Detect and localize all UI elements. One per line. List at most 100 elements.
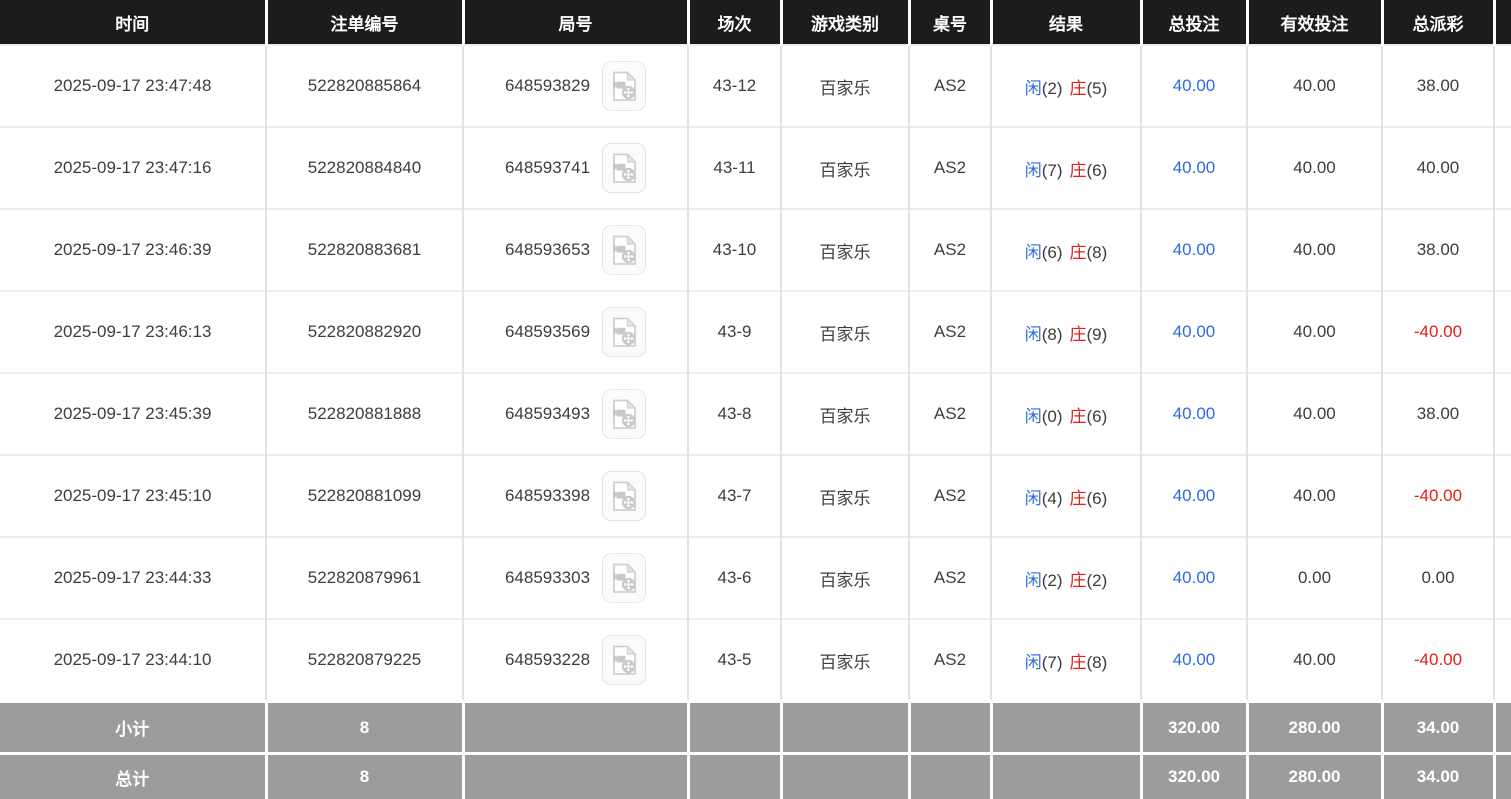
- video-replay-button[interactable]: [602, 389, 646, 439]
- empty-cell: [688, 702, 781, 754]
- col-header-total-bet: 总投注: [1141, 0, 1247, 45]
- cell-game: 百家乐: [781, 455, 909, 537]
- empty-cell: [909, 702, 991, 754]
- round-number: 648593741: [505, 158, 590, 178]
- banker-score: (5): [1087, 79, 1108, 98]
- banker-score: (6): [1087, 489, 1108, 508]
- table-row: 2025-09-17 23:46:39522820883681648593653…: [0, 209, 1511, 291]
- cell-total-bet: 40.00: [1141, 455, 1247, 537]
- cell-payout: 38.00: [1382, 45, 1494, 127]
- player-result-label: 闲: [1025, 161, 1042, 180]
- table-body: 2025-09-17 23:47:48522820885864648593829…: [0, 45, 1511, 702]
- cell-extra: [1494, 209, 1511, 291]
- cell-table-no: AS2: [909, 537, 991, 619]
- cell-result: 闲(2)庄(2): [991, 537, 1141, 619]
- cell-extra: [1494, 45, 1511, 127]
- cell-total-bet: 40.00: [1141, 537, 1247, 619]
- player-result-label: 闲: [1025, 653, 1042, 672]
- cell-round-no: 648593741: [463, 127, 688, 209]
- banker-result-label: 庄: [1070, 407, 1087, 426]
- cell-table-no: AS2: [909, 291, 991, 373]
- video-replay-button[interactable]: [602, 553, 646, 603]
- cell-table-no: AS2: [909, 127, 991, 209]
- cell-table-no: AS2: [909, 455, 991, 537]
- video-replay-icon: [611, 563, 638, 594]
- cell-payout: 0.00: [1382, 537, 1494, 619]
- video-replay-button[interactable]: [602, 307, 646, 357]
- cell-game: 百家乐: [781, 45, 909, 127]
- video-replay-button[interactable]: [602, 225, 646, 275]
- banker-result-label: 庄: [1070, 325, 1087, 344]
- video-replay-button[interactable]: [602, 143, 646, 193]
- cell-extra: [1494, 537, 1511, 619]
- banker-result-label: 庄: [1070, 653, 1087, 672]
- player-score: (7): [1042, 653, 1063, 672]
- player-result-label: 闲: [1025, 571, 1042, 590]
- player-result-label: 闲: [1025, 407, 1042, 426]
- empty-cell: [991, 754, 1141, 799]
- col-header-payout: 总派彩: [1382, 0, 1494, 45]
- cell-bet-id: 522820883681: [266, 209, 463, 291]
- cell-time: 2025-09-17 23:44:10: [0, 619, 266, 702]
- cell-time: 2025-09-17 23:44:33: [0, 537, 266, 619]
- video-replay-button[interactable]: [602, 61, 646, 111]
- player-result-label: 闲: [1025, 325, 1042, 344]
- banker-score: (8): [1087, 653, 1108, 672]
- round-number: 648593569: [505, 322, 590, 342]
- cell-valid-bet: 40.00: [1247, 455, 1382, 537]
- table-row: 2025-09-17 23:44:10522820879225648593228…: [0, 619, 1511, 702]
- video-replay-button[interactable]: [602, 635, 646, 685]
- cell-round-no: 648593398: [463, 455, 688, 537]
- cell-table-no: AS2: [909, 373, 991, 455]
- banker-score: (6): [1087, 161, 1108, 180]
- video-replay-icon: [611, 645, 638, 676]
- empty-cell: [1494, 754, 1511, 799]
- table-row: 2025-09-17 23:47:16522820884840648593741…: [0, 127, 1511, 209]
- cell-extra: [1494, 291, 1511, 373]
- cell-table-no: AS2: [909, 209, 991, 291]
- cell-payout: 38.00: [1382, 373, 1494, 455]
- video-replay-icon: [611, 399, 638, 430]
- table-header: 时间 注单编号 局号 场次 游戏类别 桌号 结果 总投注 有效投注 总派彩: [0, 0, 1511, 45]
- grand-total-label: 总计: [0, 754, 266, 799]
- cell-round-no: 648593569: [463, 291, 688, 373]
- subtotal-label: 小计: [0, 702, 266, 754]
- cell-valid-bet: 40.00: [1247, 373, 1382, 455]
- grand-total-payout: 34.00: [1382, 754, 1494, 799]
- banker-result-label: 庄: [1070, 571, 1087, 590]
- player-score: (0): [1042, 407, 1063, 426]
- cell-bet-id: 522820879961: [266, 537, 463, 619]
- player-result-label: 闲: [1025, 79, 1042, 98]
- subtotal-total-bet: 320.00: [1141, 702, 1247, 754]
- round-number: 648593228: [505, 650, 590, 670]
- subtotal-row: 小计 8 320.00 280.00 34.00: [0, 702, 1511, 754]
- empty-cell: [1494, 702, 1511, 754]
- cell-valid-bet: 40.00: [1247, 619, 1382, 702]
- round-number: 648593398: [505, 486, 590, 506]
- cell-round-no: 648593228: [463, 619, 688, 702]
- col-header-valid-bet: 有效投注: [1247, 0, 1382, 45]
- col-header-time: 时间: [0, 0, 266, 45]
- cell-bet-id: 522820881888: [266, 373, 463, 455]
- cell-extra: [1494, 455, 1511, 537]
- cell-game: 百家乐: [781, 619, 909, 702]
- cell-time: 2025-09-17 23:45:10: [0, 455, 266, 537]
- grand-total-total-bet: 320.00: [1141, 754, 1247, 799]
- cell-time: 2025-09-17 23:46:13: [0, 291, 266, 373]
- cell-result: 闲(2)庄(5): [991, 45, 1141, 127]
- cell-session: 43-5: [688, 619, 781, 702]
- col-header-game: 游戏类别: [781, 0, 909, 45]
- video-replay-button[interactable]: [602, 471, 646, 521]
- player-score: (4): [1042, 489, 1063, 508]
- cell-session: 43-7: [688, 455, 781, 537]
- cell-result: 闲(8)庄(9): [991, 291, 1141, 373]
- cell-session: 43-12: [688, 45, 781, 127]
- empty-cell: [781, 754, 909, 799]
- cell-payout: 40.00: [1382, 127, 1494, 209]
- video-replay-icon: [611, 153, 638, 184]
- video-replay-icon: [611, 235, 638, 266]
- cell-total-bet: 40.00: [1141, 209, 1247, 291]
- round-number: 648593653: [505, 240, 590, 260]
- col-header-round-no: 局号: [463, 0, 688, 45]
- cell-round-no: 648593493: [463, 373, 688, 455]
